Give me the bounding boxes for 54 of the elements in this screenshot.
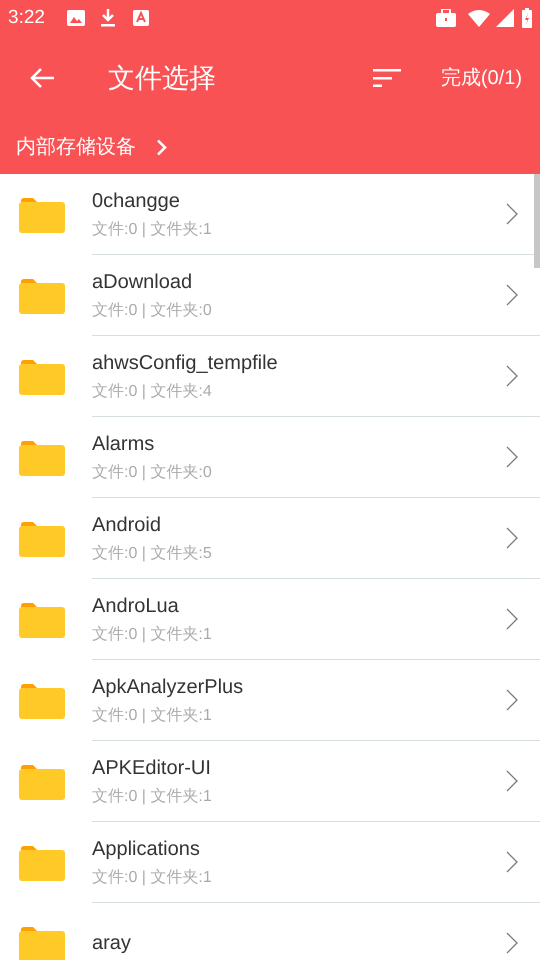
status-time: 3:22 [8, 6, 45, 30]
folder-icon [19, 844, 65, 880]
font-icon [132, 10, 149, 26]
done-button[interactable]: 完成(0/1) [440, 63, 522, 93]
folder-name: aDownload [92, 270, 192, 295]
folder-info: 文件:0 | 文件夹:1 [92, 220, 212, 240]
folder-icon [19, 278, 65, 314]
folder-info: 文件:0 | 文件夹:1 [92, 625, 212, 645]
chevron-right-icon [506, 608, 518, 630]
chevron-right-icon [506, 203, 518, 225]
folder-icon [19, 440, 65, 476]
chevron-right-icon [506, 851, 518, 873]
chevron-right-icon [506, 770, 518, 792]
folder-name: ApkAnalyzerPlus [92, 675, 244, 700]
folder-info: 文件:0 | 文件夹:1 [92, 787, 212, 807]
folder-name: APKEditor-UI [92, 756, 211, 781]
folder-icon [19, 764, 65, 800]
folder-icon [19, 682, 65, 718]
folder-info: 文件:0 | 文件夹:0 [92, 463, 212, 483]
chevron-right-icon [506, 527, 518, 549]
folder-icon [19, 358, 65, 394]
folder-icon [19, 520, 65, 556]
chevron-right-icon [506, 932, 518, 954]
chevron-right-icon [506, 689, 518, 711]
folder-name: Alarms [92, 432, 154, 457]
folder-info: 文件:0 | 文件夹:0 [92, 301, 212, 321]
sort-icon [372, 69, 401, 87]
folder-info: 文件:0 | 文件夹:4 [92, 382, 212, 402]
folder-name: 0changge [92, 189, 180, 214]
battery-icon [522, 8, 532, 28]
chevron-right-icon [156, 138, 167, 156]
briefcase-icon [436, 9, 456, 27]
chevron-right-icon [506, 284, 518, 306]
folder-name: ahwsConfig_tempfile [92, 351, 278, 376]
wifi-icon [468, 10, 490, 26]
chevron-right-icon [506, 446, 518, 468]
folder-name: aray [92, 931, 131, 956]
signal-icon [496, 9, 514, 27]
folder-name: Applications [92, 837, 200, 862]
folder-icon [19, 602, 65, 638]
folder-name: AndroLua [92, 594, 179, 619]
folder-info: 文件:0 | 文件夹:5 [92, 544, 212, 564]
chevron-right-icon [506, 365, 518, 387]
folder-name: Android [92, 513, 161, 538]
scrollbar[interactable] [534, 174, 540, 268]
folder-icon [19, 926, 65, 960]
back-arrow-icon [29, 67, 55, 89]
screen-title: 文件选择 [108, 62, 216, 95]
folder-icon [19, 196, 65, 232]
folder-info: 文件:0 | 文件夹:1 [92, 706, 212, 726]
breadcrumb-item[interactable]: 内部存储设备 [16, 132, 136, 162]
image-icon [66, 10, 85, 26]
folder-info: 文件:0 | 文件夹:1 [92, 868, 212, 888]
download-icon [100, 9, 115, 27]
